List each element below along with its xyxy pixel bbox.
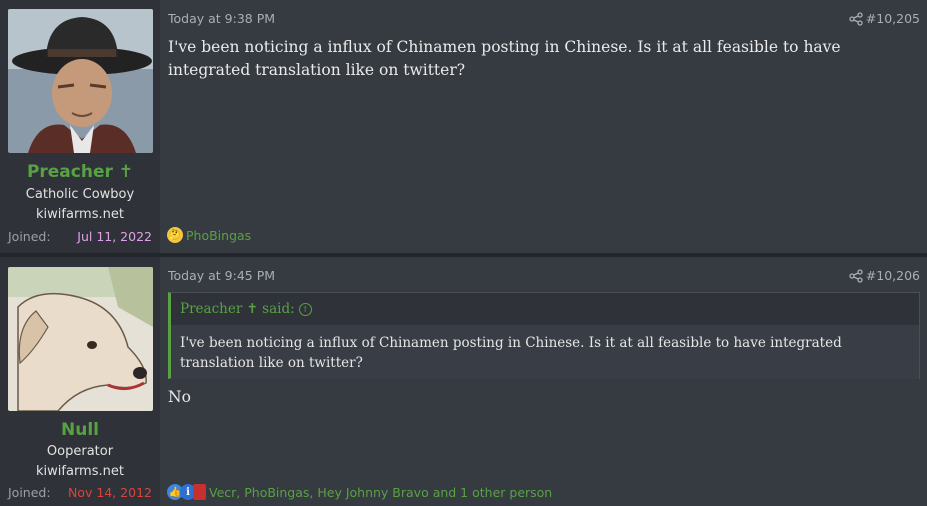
quote-block: Preacher ✝ said: ↑ I've been noticing a i…	[168, 292, 920, 379]
message-cell: Today at 9:45 PM #10,206 Preacher ✝ said…	[160, 257, 927, 506]
username[interactable]: Preacher ✝	[0, 162, 160, 182]
joined-label: Joined:	[8, 229, 51, 244]
reactions-bar[interactable]: 🤔 PhoBingas	[167, 227, 251, 243]
user-title: Ooperator	[46, 444, 114, 459]
user-cell: Null Ooperator kiwifarms.net Joined: Nov…	[0, 257, 160, 506]
joined-label: Joined:	[8, 485, 51, 500]
post-date[interactable]: Today at 9:38 PM	[168, 11, 275, 26]
username[interactable]: Null	[0, 420, 160, 440]
user-title: Catholic Cowboy	[25, 187, 135, 202]
post-body: No	[168, 388, 191, 406]
reaction-names[interactable]: PhoBingas	[186, 228, 251, 243]
reactions-bar[interactable]: 👍 i Vecr, PhoBingas, Hey Johnny Bravo an…	[167, 484, 552, 500]
user-site: kiwifarms.net	[36, 464, 124, 479]
post-number[interactable]: #10,206	[866, 268, 920, 283]
post-date[interactable]: Today at 9:45 PM	[168, 268, 275, 283]
quote-author[interactable]: Preacher ✝ said: ↑	[180, 301, 312, 317]
share-icon[interactable]	[849, 268, 865, 284]
quote-text: I've been noticing a influx of Chinamen …	[171, 325, 919, 379]
user-cell: Preacher ✝ Catholic Cowboy kiwifarms.net…	[0, 0, 160, 253]
avatar-preacher[interactable]	[8, 9, 153, 153]
avatar-null[interactable]	[8, 267, 153, 411]
post-10205: Preacher ✝ Catholic Cowboy kiwifarms.net…	[0, 0, 927, 253]
message-cell: Today at 9:38 PM #10,205 I've been notic…	[160, 0, 927, 253]
arrow-up-icon[interactable]: ↑	[298, 303, 312, 316]
thinking-face-icon: 🤔	[167, 227, 183, 243]
share-icon[interactable]	[849, 11, 865, 27]
post-body: I've been noticing a influx of Chinamen …	[168, 38, 841, 79]
joined-date: Nov 14, 2012	[67, 485, 152, 500]
quote-author-text[interactable]: Preacher ✝ said:	[180, 301, 295, 317]
joined-date: Jul 11, 2022	[77, 229, 152, 244]
user-site: kiwifarms.net	[36, 207, 124, 222]
post-number[interactable]: #10,205	[866, 11, 920, 26]
red-flag-icon	[193, 484, 206, 500]
post-10206: Null Ooperator kiwifarms.net Joined: Nov…	[0, 257, 927, 506]
reaction-names[interactable]: Vecr, PhoBingas, Hey Johnny Bravo and 1 …	[209, 485, 552, 500]
